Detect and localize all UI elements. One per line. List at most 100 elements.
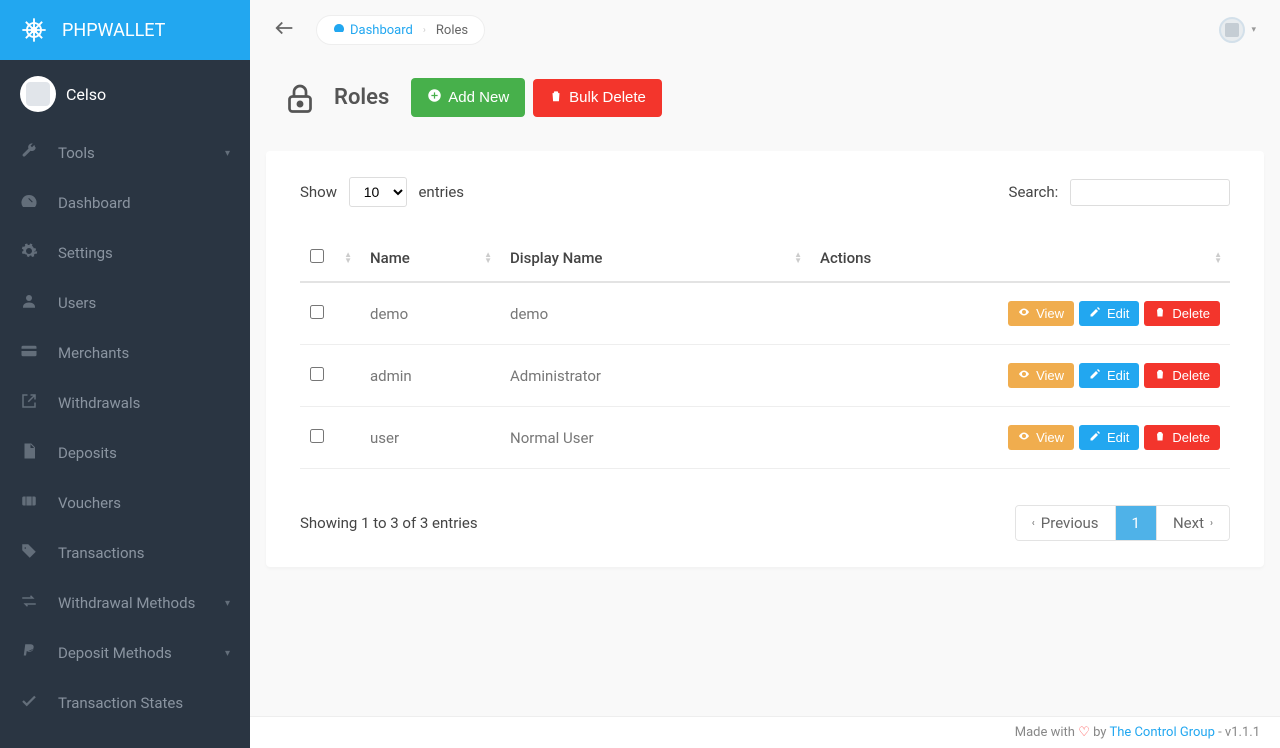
ticket-icon	[20, 492, 40, 514]
sidebar-item-withdrawal-methods[interactable]: Withdrawal Methods ▾	[0, 578, 250, 628]
sort-icon[interactable]: ▲▼	[794, 252, 802, 264]
heart-icon: ♡	[1078, 725, 1090, 740]
sort-icon[interactable]: ▲▼	[1214, 252, 1222, 264]
tachometer-icon	[20, 192, 40, 214]
page-header: Roles Add New Bulk Delete	[250, 60, 1280, 151]
sidebar-item-transactions[interactable]: Transactions	[0, 528, 250, 578]
nav-label: Deposits	[58, 444, 117, 462]
credit-card-icon	[20, 342, 40, 364]
ship-wheel-icon	[20, 16, 48, 44]
column-actions: Actions	[820, 249, 871, 267]
file-icon	[20, 442, 40, 464]
nav-label: Vouchers	[58, 494, 121, 512]
trash-icon	[1154, 368, 1166, 383]
column-name[interactable]: Name	[370, 249, 410, 267]
sidebar-item-deposit-methods[interactable]: Deposit Methods ▾	[0, 628, 250, 678]
cell-display-name: Administrator	[500, 345, 810, 407]
search-input[interactable]	[1070, 179, 1230, 206]
column-display-name[interactable]: Display Name	[510, 249, 602, 267]
chevron-down-icon: ▾	[225, 648, 230, 659]
topbar-user-menu[interactable]: ▾	[1219, 17, 1256, 43]
search-control: Search:	[1009, 179, 1230, 206]
sort-icon[interactable]: ▲▼	[484, 252, 492, 264]
tag-icon	[20, 542, 40, 564]
sidebar-item-merchants[interactable]: Merchants	[0, 328, 250, 378]
sort-icon[interactable]: ▲▼	[344, 252, 352, 264]
cell-name: demo	[360, 282, 500, 345]
back-arrow-icon[interactable]	[274, 17, 296, 44]
delete-button[interactable]: Delete	[1144, 425, 1220, 450]
topbar: Dashboard › Roles ▾	[250, 0, 1280, 60]
nav-label: Withdrawal Methods	[58, 594, 195, 612]
paypal-icon	[20, 642, 40, 664]
pagination-next[interactable]: Next ›	[1157, 506, 1229, 540]
cell-name: admin	[360, 345, 500, 407]
sidebar-item-tools[interactable]: Tools ▾	[0, 128, 250, 178]
nav-label: Withdrawals	[58, 394, 140, 412]
chevron-left-icon: ‹	[1032, 518, 1035, 529]
pagination: ‹ Previous 1 Next ›	[1015, 505, 1230, 541]
page-size-select[interactable]: 10	[349, 177, 407, 207]
main: Dashboard › Roles ▾ Roles Add New Bulk D…	[250, 0, 1280, 748]
sidebar-item-deposits[interactable]: Deposits	[0, 428, 250, 478]
table-row: userNormal UserViewEditDelete	[300, 407, 1230, 469]
sidebar-item-settings[interactable]: Settings	[0, 228, 250, 278]
view-button[interactable]: View	[1008, 363, 1074, 388]
nav-label: Dashboard	[58, 194, 131, 212]
breadcrumb-dashboard-link[interactable]: Dashboard	[333, 22, 413, 38]
brand-text: PHPWALLET	[62, 20, 165, 41]
gear-icon	[20, 242, 40, 264]
sidebar-item-vouchers[interactable]: Vouchers	[0, 478, 250, 528]
sidebar: PHPWALLET Celso Tools ▾ Dashboard Settin…	[0, 0, 250, 748]
row-checkbox[interactable]	[310, 429, 324, 443]
nav-label: Merchants	[58, 344, 129, 362]
pencil-icon	[1089, 368, 1101, 383]
avatar	[1219, 17, 1245, 43]
pagination-page-1[interactable]: 1	[1116, 506, 1157, 540]
pencil-icon	[1089, 306, 1101, 321]
nav-label: Transaction States	[58, 694, 183, 712]
chevron-down-icon: ▾	[225, 148, 230, 159]
footer: Made with ♡ by The Control Group - v1.1.…	[250, 716, 1280, 748]
pencil-icon	[1089, 430, 1101, 445]
delete-button[interactable]: Delete	[1144, 301, 1220, 326]
brand[interactable]: PHPWALLET	[0, 0, 250, 60]
select-all-checkbox[interactable]	[310, 249, 324, 263]
pagination-previous[interactable]: ‹ Previous	[1016, 506, 1116, 540]
page-title: Roles	[334, 85, 389, 110]
edit-button[interactable]: Edit	[1079, 301, 1139, 326]
edit-button[interactable]: Edit	[1079, 425, 1139, 450]
sidebar-item-withdrawals[interactable]: Withdrawals	[0, 378, 250, 428]
cell-name: user	[360, 407, 500, 469]
sidebar-user-name: Celso	[66, 85, 106, 104]
bulk-delete-button[interactable]: Bulk Delete	[533, 79, 662, 117]
trash-icon	[549, 89, 563, 107]
delete-button[interactable]: Delete	[1144, 363, 1220, 388]
nav-label: Settings	[58, 244, 113, 262]
sidebar-item-dashboard[interactable]: Dashboard	[0, 178, 250, 228]
view-button[interactable]: View	[1008, 301, 1074, 326]
footer-link[interactable]: The Control Group	[1109, 725, 1214, 740]
row-checkbox[interactable]	[310, 367, 324, 381]
add-new-button[interactable]: Add New	[411, 78, 525, 117]
chevron-down-icon: ▾	[225, 598, 230, 609]
sidebar-item-transaction-states[interactable]: Transaction States	[0, 678, 250, 728]
nav-label: Transactions	[58, 544, 145, 562]
dashboard-icon	[333, 22, 345, 38]
table-row: demodemo ViewEditDelete	[300, 282, 1230, 345]
sidebar-item-users[interactable]: Users	[0, 278, 250, 328]
row-checkbox[interactable]	[310, 305, 324, 319]
breadcrumb-current: Roles	[436, 23, 468, 38]
cell-display-name: demo	[500, 282, 810, 345]
nav-label: Tools	[58, 144, 95, 162]
sidebar-user[interactable]: Celso	[0, 60, 250, 128]
eye-icon	[1018, 430, 1030, 445]
edit-button[interactable]: Edit	[1079, 363, 1139, 388]
user-icon	[20, 292, 40, 314]
nav-label: Users	[58, 294, 96, 312]
wrench-icon	[20, 142, 40, 164]
check-icon	[20, 692, 40, 714]
plus-circle-icon	[427, 88, 442, 107]
view-button[interactable]: View	[1008, 425, 1074, 450]
roles-table: ▲▼ Name ▲▼ Display Name ▲▼ Actions ▲▼ demod…	[300, 235, 1230, 469]
